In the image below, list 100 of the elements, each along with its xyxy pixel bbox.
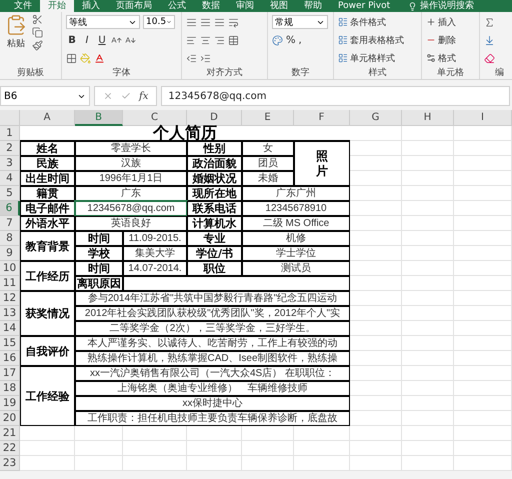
empty-cell[interactable] <box>187 441 242 456</box>
row-header[interactable]: 15 <box>0 336 20 351</box>
underline-button[interactable]: U <box>96 34 108 46</box>
empty-cell[interactable] <box>402 291 454 306</box>
row-header[interactable]: 17 <box>0 366 20 381</box>
ribbon-tab[interactable]: 页面布局 <box>108 0 160 12</box>
empty-cell[interactable] <box>402 441 454 456</box>
label-cell[interactable]: 工作经验 <box>20 366 75 426</box>
label-cell[interactable]: 外语水平 <box>20 216 75 231</box>
value-cell[interactable]: 1996年1月1日 <box>75 171 187 186</box>
row-header[interactable]: 16 <box>0 351 20 366</box>
label-cell[interactable]: 教育背景 <box>20 231 75 261</box>
empty-cell[interactable] <box>454 276 512 291</box>
label-cell[interactable]: 时间 <box>75 231 123 246</box>
label-cell[interactable]: 自我评价 <box>20 336 75 366</box>
column-header[interactable]: E <box>242 110 294 126</box>
borders-icon[interactable] <box>66 52 77 64</box>
value-cell[interactable]: 12345678910 <box>242 201 350 216</box>
ribbon-tab[interactable]: 文件 <box>6 0 40 12</box>
empty-cell[interactable] <box>402 411 454 426</box>
value-cell[interactable]: 本人严谨务实、以诚待人、吃苦耐劳，工作上有较强的动 <box>75 336 350 351</box>
styles-menu-item[interactable]: 条件格式 <box>338 14 404 30</box>
fill-color-icon[interactable] <box>80 52 91 64</box>
label-cell[interactable]: 离职原因 <box>75 276 123 291</box>
font-size-select[interactable]: 10.5 <box>143 15 175 29</box>
label-cell[interactable]: 学位/书 <box>187 246 242 261</box>
value-cell[interactable]: 未婚 <box>242 171 294 186</box>
row-header[interactable]: 14 <box>0 321 20 336</box>
empty-cell[interactable] <box>454 366 512 381</box>
empty-cell[interactable] <box>402 126 454 141</box>
row-header[interactable]: 22 <box>0 441 20 456</box>
cells-menu-item[interactable]: 插入 <box>426 14 456 30</box>
ribbon-tab[interactable]: 开始 <box>40 0 74 12</box>
grow-font-icon[interactable] <box>111 34 122 46</box>
column-header[interactable]: H <box>402 110 454 126</box>
empty-cell[interactable] <box>402 306 454 321</box>
row-header[interactable]: 23 <box>0 456 20 471</box>
formula-field[interactable]: 12345678@qq.com <box>161 86 510 106</box>
empty-cell[interactable] <box>294 456 350 471</box>
empty-cell[interactable] <box>402 156 454 171</box>
empty-cell[interactable] <box>402 186 454 201</box>
empty-cell[interactable] <box>454 156 512 171</box>
label-cell[interactable]: 籍贯 <box>20 186 75 201</box>
row-header[interactable]: 9 <box>0 246 20 261</box>
label-cell[interactable]: 学校 <box>75 246 123 261</box>
label-cell[interactable]: 联系电话 <box>187 201 242 216</box>
decrease-indent-icon[interactable] <box>186 52 197 64</box>
row-header[interactable]: 19 <box>0 396 20 411</box>
empty-cell[interactable] <box>402 216 454 231</box>
value-cell[interactable]: 二级 MS Office <box>242 216 350 231</box>
cancel-icon[interactable] <box>103 91 113 101</box>
empty-cell[interactable] <box>454 441 512 456</box>
row-header[interactable]: 18 <box>0 381 20 396</box>
bold-button[interactable]: B <box>66 34 78 46</box>
font-color-icon[interactable] <box>94 52 105 64</box>
empty-cell[interactable] <box>454 126 512 141</box>
label-cell[interactable]: 获奖情况 <box>20 291 75 336</box>
column-header[interactable]: F <box>294 110 350 126</box>
empty-cell[interactable] <box>454 336 512 351</box>
value-cell[interactable] <box>123 276 350 291</box>
empty-cell[interactable] <box>187 456 242 471</box>
column-header[interactable]: B <box>75 110 123 126</box>
value-cell[interactable]: 零壹学长 <box>75 141 187 156</box>
empty-cell[interactable] <box>454 246 512 261</box>
align-left-icon[interactable] <box>186 34 197 46</box>
enter-icon[interactable] <box>121 91 131 101</box>
name-box[interactable]: B6 <box>0 86 90 106</box>
styles-menu-item[interactable]: 套用表格格式 <box>338 32 404 48</box>
empty-cell[interactable] <box>402 261 454 276</box>
copy-icon[interactable] <box>32 27 43 38</box>
increase-indent-icon[interactable] <box>200 52 211 64</box>
value-cell[interactable]: 集美大学 <box>123 246 187 261</box>
row-header[interactable]: 13 <box>0 306 20 321</box>
photo-cell[interactable]: 照片 <box>294 141 350 186</box>
row-header[interactable]: 12 <box>0 291 20 306</box>
label-cell[interactable]: 职位 <box>187 261 242 276</box>
empty-cell[interactable] <box>454 411 512 426</box>
ribbon-tab[interactable]: 公式 <box>160 0 194 12</box>
italic-button[interactable]: I <box>81 34 93 46</box>
ribbon-tab[interactable]: 视图 <box>262 0 296 12</box>
align-center-icon[interactable] <box>200 34 211 46</box>
empty-cell[interactable] <box>454 201 512 216</box>
empty-cell[interactable] <box>402 231 454 246</box>
insert-function-button[interactable]: fx <box>139 90 148 102</box>
percent-button[interactable]: % <box>286 34 296 46</box>
value-cell[interactable]: 12345678@qq.com <box>74 200 188 217</box>
empty-cell[interactable] <box>454 141 512 156</box>
empty-cell[interactable] <box>454 306 512 321</box>
ribbon-tab[interactable]: 数据 <box>194 0 228 12</box>
value-cell[interactable]: 14.07-2014. <box>123 261 187 276</box>
value-cell[interactable]: 上海铭奥（奥迪专业维修） 车辆维修技师 <box>75 381 350 396</box>
label-cell[interactable]: 时间 <box>75 261 123 276</box>
empty-cell[interactable] <box>402 276 454 291</box>
empty-cell[interactable] <box>242 441 294 456</box>
row-header[interactable]: 2 <box>0 141 20 156</box>
empty-cell[interactable] <box>402 456 454 471</box>
empty-cell[interactable] <box>454 216 512 231</box>
column-header[interactable]: D <box>187 110 242 126</box>
fill-icon[interactable] <box>484 34 495 46</box>
ribbon-tab[interactable]: 插入 <box>74 0 108 12</box>
